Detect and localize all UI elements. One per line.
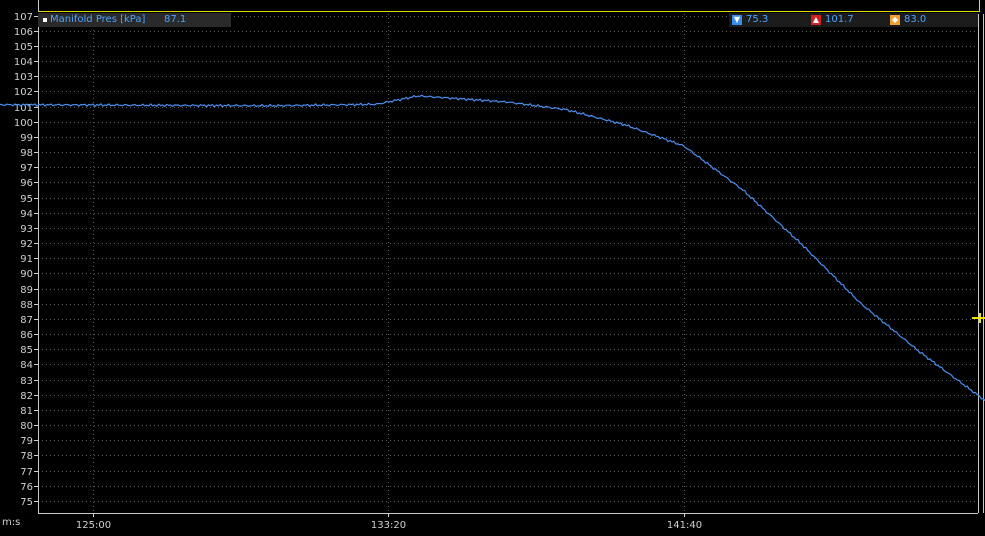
x-axis-ticks: 125:00 133:20 141:40 [76,513,702,531]
cursor-handle[interactable] [979,313,981,323]
y-tick-label: 107 [14,12,33,23]
y-tick-label: 87 [20,315,33,326]
y-tick-label: 100 [14,118,33,129]
axes [38,14,984,514]
series-line [0,94,985,402]
x-axis-unit-label: m:s [2,517,21,528]
y-tick-label: 96 [20,178,33,189]
y-tick-label: 93 [20,224,33,235]
y-tick-label: 106 [14,27,33,38]
x-tick-label: 125:00 [76,520,111,531]
y-tick-label: 76 [20,482,33,493]
y-tick-label: 80 [20,421,33,432]
chart-window: 75 76 77 78 79 80 81 82 83 84 85 86 87 88 89 90 91 92 93 94… [0,0,985,536]
y-tick-label: 90 [20,269,33,280]
y-tick-label: 91 [20,254,33,265]
chart-plot[interactable]: 75 76 77 78 79 80 81 82 83 84 85 86 87 88 89 90 91 92 93 94… [0,0,985,536]
series-layer [0,94,985,402]
y-tick-label: 102 [14,87,33,98]
y-tick-label: 82 [20,391,33,402]
y-tick-label: 92 [20,239,33,250]
y-tick-label: 85 [20,345,33,356]
y-tick-label: 77 [20,467,33,478]
y-tick-label: 78 [20,451,33,462]
y-tick-label: 97 [20,163,33,174]
y-axis-ticks: 75 76 77 78 79 80 81 82 83 84 85 86 87 88 89 90 91 92 93 94… [14,12,38,508]
y-tick-label: 83 [20,376,33,387]
y-tick-label: 81 [20,406,33,417]
y-tick-label: 75 [20,497,33,508]
y-tick-label: 105 [14,42,33,53]
y-tick-label: 89 [20,285,33,296]
y-tick-label: 86 [20,330,33,341]
y-tick-label: 84 [20,360,33,371]
y-tick-label: 103 [14,72,33,83]
x-tick-label: 133:20 [371,520,406,531]
y-tick-label: 99 [20,133,33,144]
x-tick-label: 141:40 [667,520,702,531]
grid-lines [38,14,978,513]
y-tick-label: 95 [20,194,33,205]
y-tick-label: 88 [20,300,33,311]
y-tick-label: 79 [20,436,33,447]
y-tick-label: 98 [20,148,33,159]
y-tick-label: 104 [14,57,33,68]
y-tick-label: 94 [20,209,33,220]
